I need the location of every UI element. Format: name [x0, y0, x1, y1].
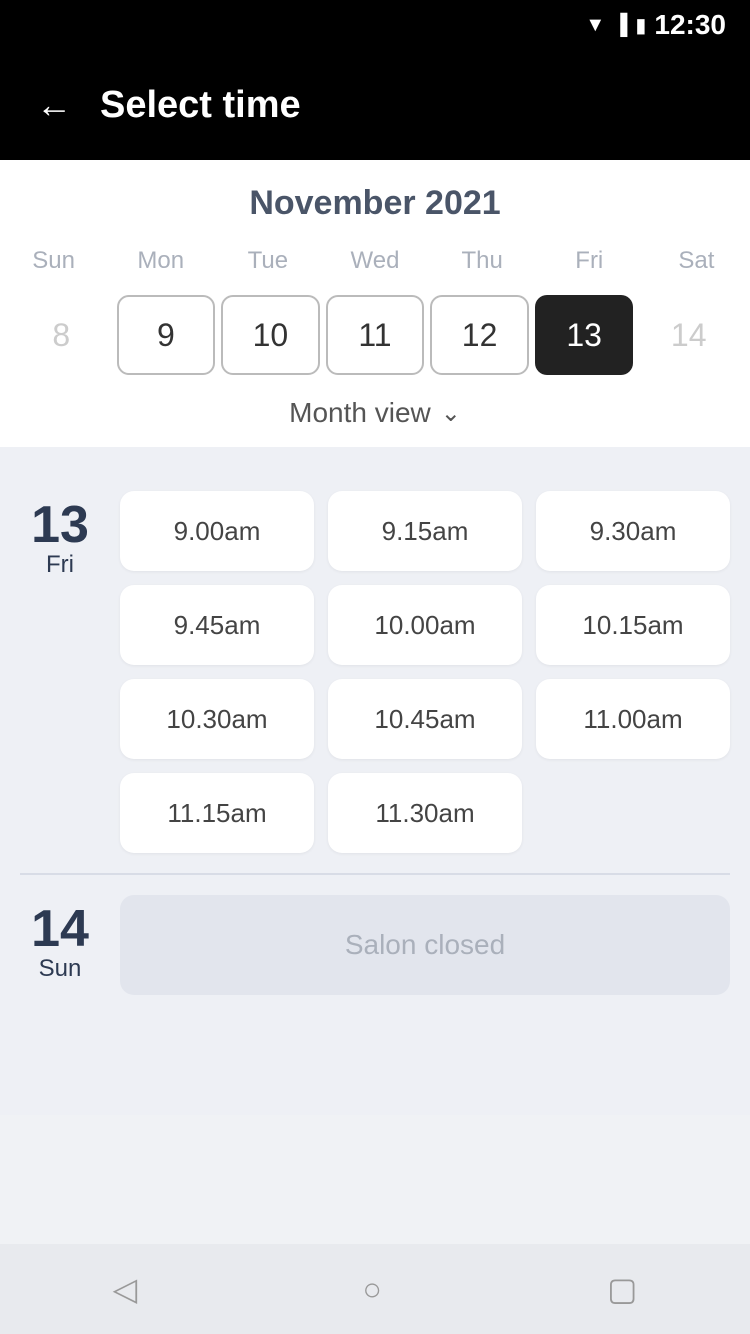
weekday-thu: Thu [429, 243, 536, 279]
header: ← Select time [0, 50, 750, 160]
weekday-sun: Sun [0, 243, 107, 279]
calendar-section: November 2021 Sun Mon Tue Wed Thu Fri Sa… [0, 160, 750, 447]
day-number-13: 13 [31, 499, 89, 551]
page-title: Select time [100, 84, 301, 127]
day-block-13: 13 Fri 9.00am 9.15am 9.30am 9.45am 10.00… [20, 471, 730, 873]
salon-closed-block: Salon closed [120, 895, 730, 995]
time-slot-1000[interactable]: 10.00am [328, 585, 522, 665]
weekday-sat: Sat [643, 243, 750, 279]
wifi-icon: ▼ [585, 14, 605, 37]
time-slot-1030[interactable]: 10.30am [120, 679, 314, 759]
weekday-fri: Fri [536, 243, 643, 279]
time-slot-900[interactable]: 9.00am [120, 491, 314, 571]
date-13[interactable]: 13 [535, 295, 634, 375]
day-label-14: 14 Sun [20, 895, 100, 995]
date-14[interactable]: 14 [639, 295, 738, 375]
status-icons: ▼ ▐ ▮ 12:30 [585, 9, 726, 41]
date-12[interactable]: 12 [430, 295, 529, 375]
time-slot-1100[interactable]: 11.00am [536, 679, 730, 759]
day-block-14: 14 Sun Salon closed [20, 875, 730, 1015]
nav-bar: ◁ ○ ▢ [0, 1244, 750, 1334]
day-name-14: Sun [39, 955, 82, 983]
nav-recent-button[interactable]: ▢ [607, 1270, 637, 1308]
date-9[interactable]: 9 [117, 295, 216, 375]
time-slot-1045[interactable]: 10.45am [328, 679, 522, 759]
day-number-14: 14 [31, 903, 89, 955]
month-view-label: Month view [289, 397, 431, 429]
date-8[interactable]: 8 [12, 295, 111, 375]
time-slot-945[interactable]: 9.45am [120, 585, 314, 665]
status-bar: ▼ ▐ ▮ 12:30 [0, 0, 750, 50]
chevron-down-icon: ⌄ [441, 399, 461, 428]
time-slot-915[interactable]: 9.15am [328, 491, 522, 571]
nav-back-button[interactable]: ◁ [113, 1270, 138, 1308]
day-label-13: 13 Fri [20, 491, 100, 853]
month-year-label: November 2021 [0, 184, 750, 223]
nav-home-button[interactable]: ○ [363, 1271, 382, 1308]
day-name-13: Fri [46, 551, 74, 579]
dates-row: 8 9 10 11 12 13 14 [0, 289, 750, 381]
battery-icon: ▮ [635, 13, 646, 38]
time-grid-13: 9.00am 9.15am 9.30am 9.45am 10.00am 10.1… [120, 491, 730, 853]
date-10[interactable]: 10 [221, 295, 320, 375]
back-button[interactable]: ← [36, 84, 72, 126]
weekday-tue: Tue [214, 243, 321, 279]
signal-icon: ▐ [613, 14, 627, 37]
timeslots-section: 13 Fri 9.00am 9.15am 9.30am 9.45am 10.00… [0, 447, 750, 1115]
status-time: 12:30 [654, 9, 726, 41]
date-11[interactable]: 11 [326, 295, 425, 375]
weekday-wed: Wed [321, 243, 428, 279]
weekdays-row: Sun Mon Tue Wed Thu Fri Sat [0, 243, 750, 279]
time-slot-1015[interactable]: 10.15am [536, 585, 730, 665]
salon-closed-label: Salon closed [120, 895, 730, 995]
time-slot-1115[interactable]: 11.15am [120, 773, 314, 853]
time-slot-1130[interactable]: 11.30am [328, 773, 522, 853]
weekday-mon: Mon [107, 243, 214, 279]
time-slot-930[interactable]: 9.30am [536, 491, 730, 571]
month-view-toggle[interactable]: Month view ⌄ [0, 381, 750, 447]
